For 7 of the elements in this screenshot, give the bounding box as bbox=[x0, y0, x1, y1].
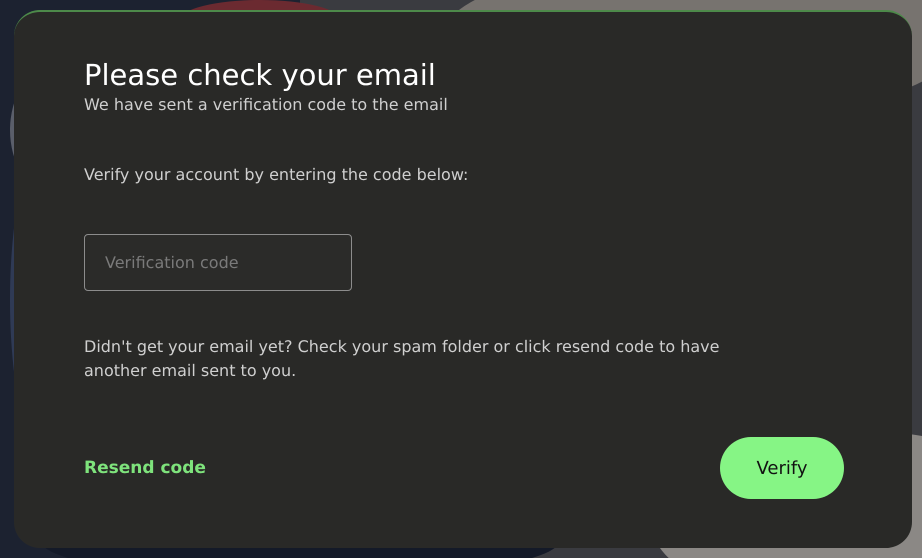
instruction-text: Verify your account by entering the code below: bbox=[84, 164, 470, 186]
verify-button[interactable]: Verify bbox=[720, 437, 844, 499]
dialog-subtitle: We have sent a verification code to the email bbox=[84, 94, 449, 116]
resend-code-link[interactable]: Resend code bbox=[84, 458, 206, 478]
help-text: Didn't get your email yet? Check your spam folder or click resend code to have another email sent to you. bbox=[84, 336, 720, 382]
dialog-title: Please check your email bbox=[84, 57, 437, 94]
verification-code-field[interactable]: Verification code bbox=[84, 234, 352, 291]
